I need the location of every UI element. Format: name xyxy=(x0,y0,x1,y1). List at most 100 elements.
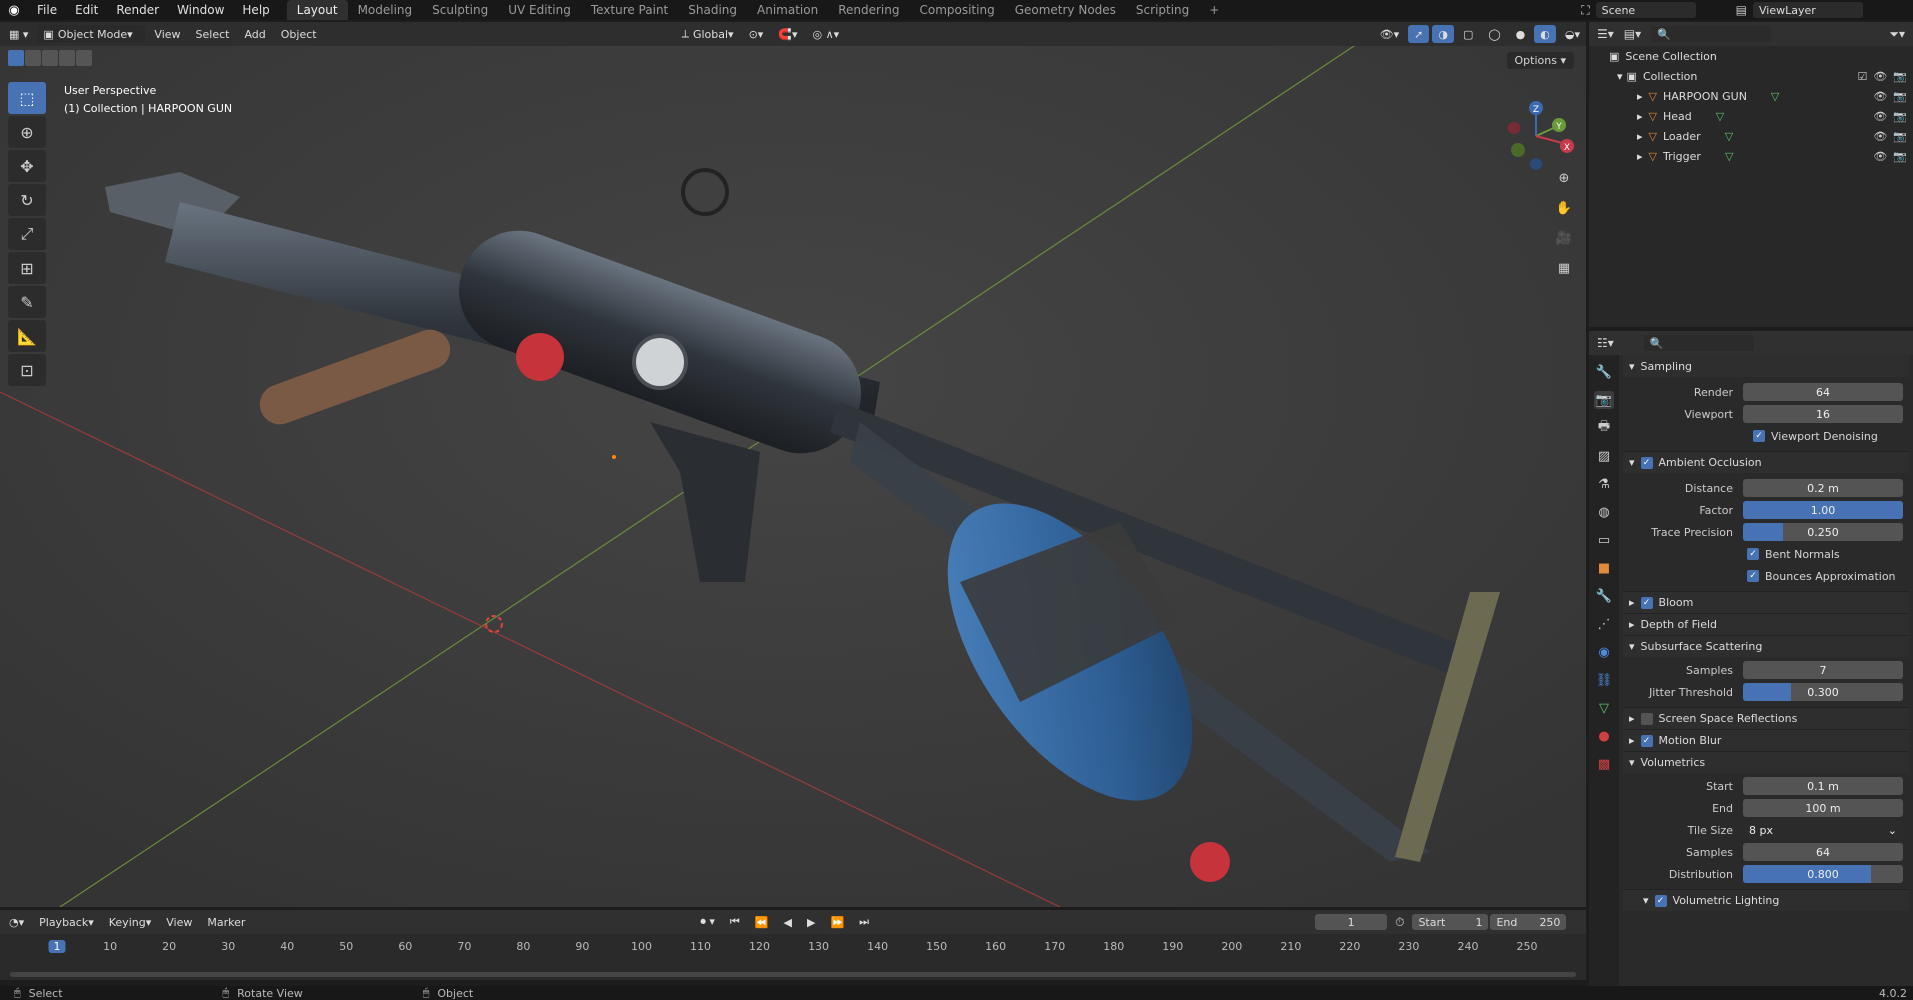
factor-slider[interactable]: 1.00 xyxy=(1743,501,1903,519)
eye-icon[interactable]: 👁 xyxy=(1873,90,1887,103)
scale-tool-icon[interactable]: ⤢ xyxy=(8,218,46,250)
modifier-tab-icon[interactable]: 🔧 xyxy=(1594,587,1614,605)
tab-texture-paint[interactable]: Texture Paint xyxy=(581,0,678,20)
properties-search-input[interactable]: 🔍 xyxy=(1643,335,1754,351)
xray-icon[interactable]: ▢ xyxy=(1457,25,1479,43)
expand-arrow-icon[interactable]: ▾ xyxy=(1617,70,1623,83)
object-tab-icon[interactable]: ■ xyxy=(1594,559,1614,577)
volumetrics-section-header[interactable]: ▾ Volumetrics xyxy=(1623,751,1909,773)
menu-file[interactable]: File xyxy=(28,3,66,17)
tool-tab-icon[interactable]: 🔧 xyxy=(1594,363,1614,381)
select-subtract-icon[interactable] xyxy=(42,50,58,66)
motion-blur-checkbox[interactable]: ✓ xyxy=(1640,734,1653,747)
tab-sculpting[interactable]: Sculpting xyxy=(422,0,498,20)
properties-editor-icon[interactable]: ☷▾ xyxy=(1597,336,1614,350)
cursor-tool-icon[interactable]: ⊕ xyxy=(8,116,46,148)
move-tool-icon[interactable]: ✥ xyxy=(8,150,46,182)
data-tab-icon[interactable]: ▽ xyxy=(1594,699,1614,717)
viewport-denoising-row[interactable]: ✓ Viewport Denoising xyxy=(1623,425,1909,447)
timeline-menu-playback[interactable]: Playback ▾ xyxy=(33,913,100,931)
eye-icon[interactable]: 👁 xyxy=(1873,110,1887,123)
start-frame-field[interactable]: Start 1 xyxy=(1412,914,1489,930)
tab-shading[interactable]: Shading xyxy=(678,0,747,20)
select-invert-icon[interactable] xyxy=(59,50,75,66)
tile-size-select[interactable]: 8 px ⌄ xyxy=(1743,821,1903,839)
constraints-tab-icon[interactable]: ⛓ xyxy=(1594,671,1614,689)
render-tab-icon[interactable]: 📷 xyxy=(1594,391,1614,409)
add-workspace-button[interactable]: + xyxy=(1199,0,1229,20)
outliner-item[interactable]: ▸ ▽ Trigger ▽ 👁 📷 xyxy=(1589,146,1913,166)
gizmo-toggle-icon[interactable]: ➚ xyxy=(1408,25,1430,43)
collection-row[interactable]: ▾ ▣ Collection ☑ 👁 📷 xyxy=(1589,66,1913,86)
tab-animation[interactable]: Animation xyxy=(747,0,828,20)
prev-keyframe-icon[interactable]: ⏪ xyxy=(749,913,775,931)
camera-render-icon[interactable]: 📷 xyxy=(1893,90,1907,103)
viewport-menu-add[interactable]: Add xyxy=(238,25,271,43)
timeline-menu-marker[interactable]: Marker xyxy=(201,913,251,931)
rotate-tool-icon[interactable]: ↻ xyxy=(8,184,46,216)
eye-icon[interactable]: 👁 xyxy=(1873,70,1887,83)
current-frame-marker[interactable]: 1 xyxy=(48,940,66,953)
shading-solid-icon[interactable]: ● xyxy=(1510,25,1532,43)
sampling-section-header[interactable]: ▾ Sampling xyxy=(1623,355,1909,377)
scene-collection-row[interactable]: ▣ Scene Collection xyxy=(1589,46,1913,66)
trace-precision-slider[interactable]: 0.250 xyxy=(1743,523,1903,541)
bloom-checkbox[interactable]: ✓ xyxy=(1640,596,1653,609)
scene-tab-icon[interactable]: ⚗ xyxy=(1594,475,1614,493)
3d-viewport[interactable]: ▦ ▾ ▣ Object Mode ▾ View Select Add Objec… xyxy=(0,22,1586,907)
tab-scripting[interactable]: Scripting xyxy=(1126,0,1199,20)
camera-render-icon[interactable]: 📷 xyxy=(1893,130,1907,143)
expand-arrow-icon[interactable]: ▸ xyxy=(1637,130,1643,143)
end-frame-field[interactable]: End 250 xyxy=(1490,914,1567,930)
outliner-item[interactable]: ▸ ▽ HARPOON GUN ▽ 👁 📷 xyxy=(1589,86,1913,106)
world-tab-icon[interactable]: ◍ xyxy=(1594,503,1614,521)
frame-ruler[interactable]: 1 10 20 30 40 50 60 70 80 90 100 110 120 130 140 150 160… xyxy=(0,938,1586,958)
timeline-editor-icon[interactable]: ◔▾ xyxy=(3,913,30,931)
filter-icon[interactable]: ⏷▾ xyxy=(1889,27,1905,42)
record-icon[interactable]: ⏺ ▾ xyxy=(694,913,721,931)
outliner-item[interactable]: ▸ ▽ Loader ▽ 👁 📷 xyxy=(1589,126,1913,146)
ssr-checkbox[interactable] xyxy=(1640,712,1653,725)
play-icon[interactable]: ▶ xyxy=(801,913,821,931)
ortho-grid-icon[interactable]: ▦ xyxy=(1552,256,1576,280)
menu-window[interactable]: Window xyxy=(168,3,233,17)
physics-tab-icon[interactable]: ◉ xyxy=(1594,643,1614,661)
transform-tool-icon[interactable]: ⊞ xyxy=(8,252,46,284)
jitter-slider[interactable]: 0.300 xyxy=(1743,683,1903,701)
pan-hand-icon[interactable]: ✋ xyxy=(1552,196,1576,220)
timeline-menu-view[interactable]: View xyxy=(160,913,198,931)
material-tab-icon[interactable]: ● xyxy=(1594,727,1614,745)
outliner-editor-icon[interactable]: ☰▾ xyxy=(1597,27,1614,41)
bent-normals-checkbox[interactable]: ✓ xyxy=(1747,548,1759,560)
camera-render-icon[interactable]: 📷 xyxy=(1893,150,1907,163)
distance-field[interactable]: 0.2 m xyxy=(1743,479,1903,497)
select-extend-icon[interactable] xyxy=(25,50,41,66)
collection-tab-icon[interactable]: ▭ xyxy=(1594,531,1614,549)
jump-start-icon[interactable]: ⏮ xyxy=(724,913,746,931)
distribution-slider[interactable]: 0.800 xyxy=(1743,865,1903,883)
eye-icon[interactable]: 👁 xyxy=(1873,150,1887,163)
bent-normals-row[interactable]: ✓ Bent Normals xyxy=(1623,543,1909,565)
overlay-toggle-icon[interactable]: ◑ xyxy=(1432,25,1454,43)
jump-end-icon[interactable]: ⏭ xyxy=(853,913,875,931)
scene-selector[interactable]: Scene xyxy=(1595,2,1696,18)
particles-tab-icon[interactable]: ⋰ xyxy=(1594,615,1614,633)
zoom-icon[interactable]: ⊕ xyxy=(1552,166,1576,190)
select-intersect-icon[interactable] xyxy=(76,50,92,66)
proportional-edit-icon[interactable]: ◎ ∧▾ xyxy=(807,25,846,43)
texture-tab-icon[interactable]: ▩ xyxy=(1594,755,1614,773)
render-samples-field[interactable]: 64 xyxy=(1743,383,1903,401)
ao-checkbox[interactable]: ✓ xyxy=(1640,456,1653,469)
expand-arrow-icon[interactable]: ▸ xyxy=(1637,110,1643,123)
menu-help[interactable]: Help xyxy=(233,3,278,17)
vol-start-field[interactable]: 0.1 m xyxy=(1743,777,1903,795)
mode-selector[interactable]: ▣ Object Mode ▾ xyxy=(37,25,146,43)
outliner-item[interactable]: ▸ ▽ Head ▽ 👁 📷 xyxy=(1589,106,1913,126)
shading-rendered-icon[interactable]: ◒▾ xyxy=(1559,25,1586,43)
viewport-menu-select[interactable]: Select xyxy=(190,25,236,43)
timeline-menu-keying[interactable]: Keying ▾ xyxy=(103,913,157,931)
tab-layout[interactable]: Layout xyxy=(286,0,348,20)
select-new-icon[interactable] xyxy=(8,50,24,66)
orientation-selector[interactable]: ⟂ Global ▾ xyxy=(676,25,740,43)
tab-modeling[interactable]: Modeling xyxy=(348,0,423,20)
